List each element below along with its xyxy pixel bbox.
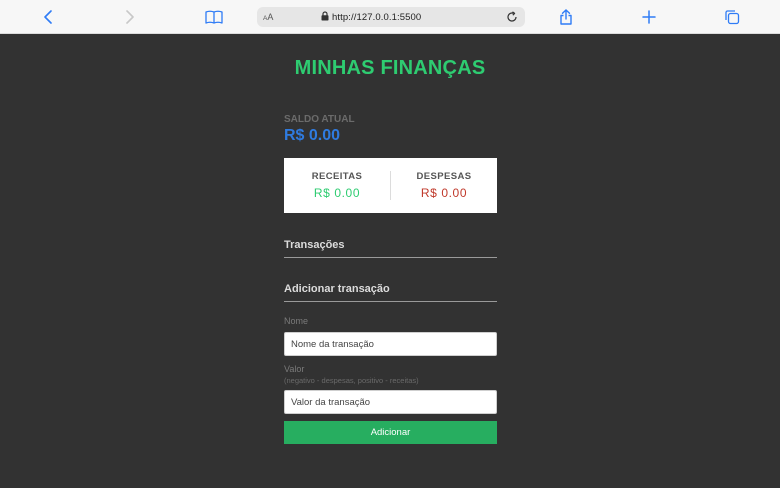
url-text: http://127.0.0.1:5500 — [332, 11, 422, 23]
value-label: Valor — [284, 364, 305, 374]
income-value: R$ 0.00 — [313, 186, 361, 200]
balance-label: SALDO ATUAL — [284, 114, 355, 125]
transaction-value-input[interactable] — [284, 390, 497, 414]
expense-label: DESPESAS — [416, 171, 472, 182]
balance-value: R$ 0.00 — [284, 127, 341, 144]
book-icon[interactable] — [202, 6, 226, 28]
summary-card: RECEITAS R$ 0.00 DESPESAS R$ 0.00 — [284, 158, 497, 213]
chevron-right-icon[interactable] — [118, 6, 142, 28]
text-size-button[interactable]: AA — [263, 12, 281, 22]
name-label: Nome — [284, 316, 309, 326]
expense-summary: DESPESAS R$ 0.00 — [390, 171, 497, 200]
transactions-heading: Transações — [284, 239, 497, 258]
transaction-name-input[interactable] — [284, 332, 497, 356]
value-hint: (negativo - despesas, positivo - receita… — [284, 376, 419, 385]
expense-value: R$ 0.00 — [420, 186, 468, 200]
plus-icon[interactable] — [637, 6, 661, 28]
lock-icon — [321, 8, 329, 26]
add-transaction-heading: Adicionar transação — [284, 283, 497, 302]
income-label: RECEITAS — [311, 171, 363, 182]
share-icon[interactable] — [554, 6, 578, 28]
browser-toolbar: AA http://127.0.0.1:5500 — [0, 0, 780, 34]
finance-panel: SALDO ATUAL R$ 0.00 RECEITAS R$ 0.00 DES… — [284, 114, 497, 444]
income-summary: RECEITAS R$ 0.00 — [284, 171, 390, 200]
reload-icon[interactable] — [505, 10, 519, 24]
chevron-left-icon[interactable] — [36, 6, 60, 28]
address-bar[interactable]: AA http://127.0.0.1:5500 — [257, 7, 525, 27]
page-title: MINHAS FINANÇAS — [294, 57, 486, 79]
add-transaction-button[interactable]: Adicionar — [284, 421, 497, 444]
tabs-icon[interactable] — [720, 6, 744, 28]
